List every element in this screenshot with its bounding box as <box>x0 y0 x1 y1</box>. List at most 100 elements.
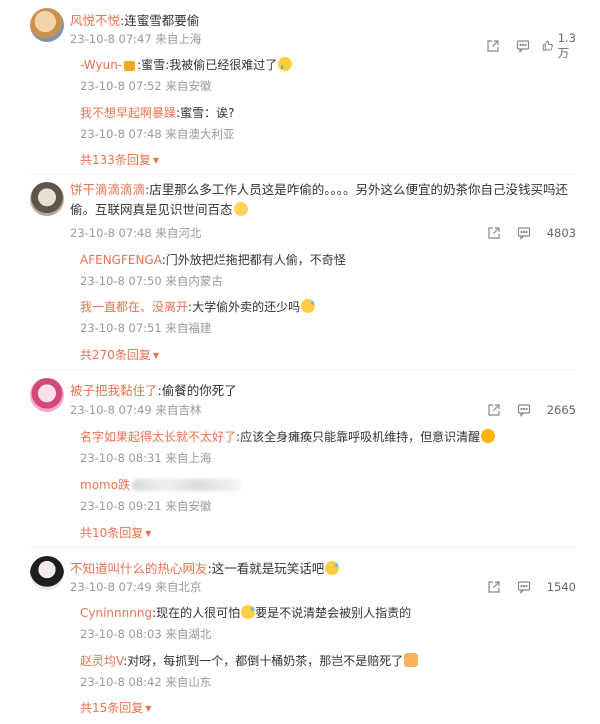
sweat-emoji-icon <box>301 299 316 313</box>
like-count: 1.3万 <box>557 31 576 60</box>
reply-time: 23-10-8 07:48 来自澳大利亚 <box>80 127 235 141</box>
reply-username[interactable]: AFENGFENGA <box>80 253 162 267</box>
caret-down-icon: ▼ <box>152 156 160 165</box>
comment-actions: 4803 <box>479 225 576 241</box>
reply-username[interactable]: 赵灵均V <box>80 654 123 668</box>
share-button[interactable] <box>479 402 509 418</box>
reply-time: 23-10-8 08:42 来自山东 <box>80 675 212 689</box>
avatar[interactable] <box>30 182 64 216</box>
comment-text: 这一看就是玩笑话吧 <box>211 561 325 576</box>
comment-username[interactable]: 饼干滴滴滴滴 <box>70 182 145 197</box>
reply: 赵灵均V:对呀，每抓到一个，都倒十桶奶茶，那岂不是赔死了 <box>80 652 419 669</box>
share-icon <box>488 227 500 239</box>
reply-time: 23-10-8 07:50 来自内蒙古 <box>80 274 223 288</box>
reply-username[interactable]: Cyninnnnng <box>80 606 152 620</box>
comment-button[interactable] <box>509 402 539 418</box>
comment-icon <box>517 40 530 53</box>
reply: Cyninnnnng:现在的人很可怕 要是不说清楚会被别人指责的 <box>80 605 412 620</box>
caret-down-icon: ▼ <box>145 529 152 538</box>
share-button[interactable] <box>478 38 508 54</box>
like-count: 1540 <box>546 580 576 594</box>
reply: -Wyun-:蜜雪:我被偷已经很难过了 <box>80 56 293 73</box>
comment-text: 连蜜雪都要偷 <box>124 13 200 28</box>
reply-text: 要是不说清楚会被别人指责的 <box>255 606 412 620</box>
reply-username[interactable]: 名字如果起得太长就不太好了 <box>80 430 236 444</box>
divider <box>30 547 576 548</box>
reply: 我不想早起啊暴躁:蜜雪：诶? <box>80 106 235 120</box>
reply-text: 蜜雪：诶? <box>180 106 235 120</box>
comment-time: 23-10-8 07:49 来自吉林 <box>70 403 202 417</box>
reply-time: 23-10-8 08:31 来自上海 <box>80 451 212 465</box>
sweat-emoji-icon <box>241 605 256 619</box>
reply: momo跌 <box>80 476 243 493</box>
comment-text: 偷餐的你死了 <box>161 383 237 398</box>
avatar[interactable] <box>30 378 64 412</box>
sweat-emoji-icon <box>325 561 340 575</box>
like-button[interactable]: 2665 <box>543 403 576 417</box>
reply-text: 门外放把烂拖把都有人偷，不奇怪 <box>165 253 346 267</box>
more-replies-link[interactable]: 共10条回复 ▼ <box>80 524 151 541</box>
avatar[interactable] <box>30 8 64 42</box>
share-button[interactable] <box>479 225 509 241</box>
more-replies-link[interactable]: 共133条回复 ▼ <box>80 151 159 168</box>
comment-time: 23-10-8 07:49 来自北京 <box>70 580 202 594</box>
comment-actions: 1540 <box>479 579 576 595</box>
comment-icon <box>517 227 530 240</box>
more-replies-link[interactable]: 共270条回复 ▼ <box>80 346 159 363</box>
comment-body: 不知道叫什么的热心网友:这一看就是玩笑话吧 <box>70 558 340 577</box>
cat-emoji-icon <box>404 653 419 667</box>
thumbs-up-icon <box>542 40 553 52</box>
comment-actions: 1.3万 <box>478 31 576 61</box>
reply-text: 对呀，每抓到一个，都倒十桶奶茶，那岂不是赔死了 <box>127 654 404 668</box>
more-replies-link[interactable]: 共15条回复 ▼ <box>80 699 151 716</box>
crying-emoji-icon <box>278 57 293 71</box>
divider <box>30 174 576 175</box>
comment-body: 风悦不悦:连蜜雪都要偷 <box>70 13 200 28</box>
thinking-emoji-icon <box>233 202 248 216</box>
comment-actions: 2665 <box>479 402 576 418</box>
money-emoji-icon <box>481 429 496 443</box>
reply-time: 23-10-8 08:03 来自湖北 <box>80 627 212 641</box>
comment-time: 23-10-8 07:48 来自河北 <box>70 226 202 240</box>
share-icon <box>488 581 500 593</box>
avatar[interactable] <box>30 556 64 590</box>
share-icon <box>488 404 500 416</box>
like-count: 4803 <box>546 226 576 240</box>
caret-down-icon: ▼ <box>145 704 152 713</box>
caret-down-icon: ▼ <box>152 351 160 360</box>
comment-username[interactable]: 不知道叫什么的热心网友 <box>70 561 208 576</box>
comment-body: 被子把我黏住了:偷餐的你死了 <box>70 383 237 398</box>
comment-username[interactable]: 被子把我黏住了 <box>70 383 158 398</box>
reply-text: 大学偷外卖的还少吗 <box>192 300 301 314</box>
blurred-text <box>132 479 243 491</box>
reply-time: 23-10-8 07:52 来自安徽 <box>80 79 212 93</box>
comment-username[interactable]: 风悦不悦 <box>70 13 120 28</box>
reply-text: 蜜雪:我被偷已经很难过了 <box>141 58 278 72</box>
comment-button[interactable] <box>508 38 538 54</box>
reply: 名字如果起得太长就不太好了:应该全身瘫痪只能靠呼吸机维持，但意识清醒 <box>80 428 496 445</box>
comment-icon <box>517 581 530 594</box>
reply-time: 23-10-8 07:51 来自福建 <box>80 321 212 335</box>
comment-button[interactable] <box>509 225 539 241</box>
reply: AFENGFENGA:门外放把烂拖把都有人偷，不奇怪 <box>80 253 346 267</box>
reply: 我一直都在、没离开:大学偷外卖的还少吗 <box>80 298 316 315</box>
like-button[interactable]: 1540 <box>543 580 576 594</box>
reply-username[interactable]: 我一直都在、没离开 <box>80 300 188 314</box>
like-button[interactable]: 4803 <box>543 226 576 240</box>
comment-time: 23-10-8 07:47 来自上海 <box>70 32 202 46</box>
reply-username[interactable]: -Wyun- <box>80 58 122 72</box>
reply-username[interactable]: momo跌 <box>80 478 130 492</box>
divider <box>30 369 576 370</box>
reply-time: 23-10-8 09:21 来自安徽 <box>80 499 212 513</box>
share-icon <box>487 40 499 52</box>
crown-badge-icon <box>124 61 136 71</box>
like-count: 2665 <box>546 403 576 417</box>
like-button[interactable]: 1.3万 <box>542 31 576 61</box>
reply-username[interactable]: 我不想早起啊暴躁 <box>80 106 176 120</box>
comment-body: 饼干滴滴滴滴:店里那么多工作人员这是咋偷的。。。。另外这么便宜的奶茶你自己没钱买… <box>70 182 568 217</box>
comment-icon <box>517 404 530 417</box>
reply-text: 现在的人很可怕 <box>156 606 241 620</box>
share-button[interactable] <box>479 579 509 595</box>
reply-text: 应该全身瘫痪只能靠呼吸机维持，但意识清醒 <box>240 430 481 444</box>
comment-button[interactable] <box>509 579 539 595</box>
